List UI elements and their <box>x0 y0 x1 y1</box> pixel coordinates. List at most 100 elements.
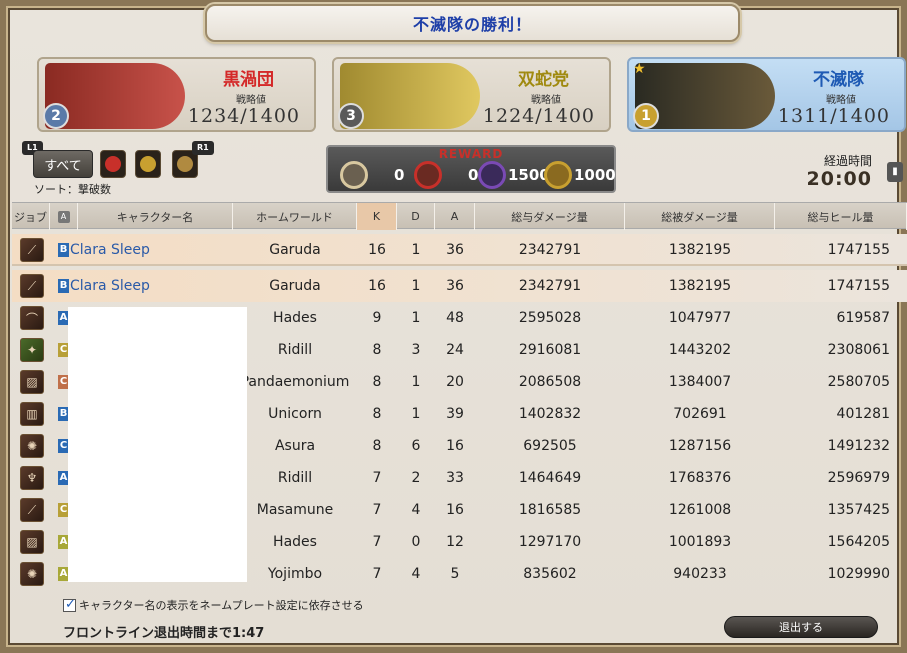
healing: 1357425 <box>827 502 890 518</box>
header-job[interactable]: ジョブ <box>12 203 50 230</box>
deaths: 0 <box>411 534 421 550</box>
header-damage-taken[interactable]: 総被ダメージ量 <box>625 203 775 230</box>
deaths: 3 <box>411 342 421 358</box>
home-world: Hades <box>273 534 317 550</box>
exit-button[interactable]: 退出する <box>724 616 878 638</box>
damage-taken: 1382195 <box>668 278 732 294</box>
damage-dealt: 1816585 <box>518 502 582 518</box>
bard-icon: ⌒ <box>20 306 44 330</box>
header-healing[interactable]: 総与ヒール量 <box>775 203 907 230</box>
healing: 1491232 <box>827 438 890 454</box>
filter-maelstrom-icon[interactable] <box>100 150 126 178</box>
team-score: 1311/1400 <box>777 105 890 127</box>
healing: 1747155 <box>827 242 890 258</box>
header-home-world[interactable]: ホームワールド <box>233 203 357 230</box>
rank-2-badge: 2 <box>43 103 69 129</box>
kills: 7 <box>372 534 382 550</box>
r1-button-hint: R1 <box>192 141 214 155</box>
checkbox-checked-icon[interactable] <box>63 597 76 612</box>
deaths: 1 <box>411 406 421 422</box>
table-header: ジョブ A キャラクター名 ホームワールド K D A 総与ダメージ量 総被ダメ… <box>12 202 907 230</box>
redacted-names-overlay <box>68 307 247 582</box>
home-world: Garuda <box>269 278 321 294</box>
table-row[interactable]: ⟋ B Clara Sleep Garuda 16 1 36 2342791 1382195 17… <box>12 270 907 302</box>
header-alliance[interactable]: A <box>50 203 78 230</box>
healing: 2580705 <box>827 374 890 390</box>
damage-taken: 940233 <box>673 566 727 582</box>
damage-dealt: 2916081 <box>518 342 582 358</box>
purple-wolf-mark-icon <box>478 161 506 189</box>
sort-label: ソート：撃破数 <box>34 183 111 196</box>
assists: 39 <box>446 406 464 422</box>
dancer-icon: ⟋ <box>20 498 44 522</box>
home-world: Hades <box>273 310 317 326</box>
astrologian-icon: ✺ <box>20 562 44 586</box>
header-deaths[interactable]: D <box>397 203 435 230</box>
red-wolf-mark-icon <box>414 161 442 189</box>
deaths: 2 <box>411 470 421 486</box>
damage-taken: 1261008 <box>668 502 732 518</box>
damage-dealt: 1297170 <box>518 534 582 550</box>
kills: 7 <box>372 566 382 582</box>
home-world: Ridill <box>277 470 313 486</box>
deaths: 1 <box>411 310 421 326</box>
sage-icon: ✦ <box>20 338 44 362</box>
assists: 33 <box>446 470 464 486</box>
nameplate-setting-checkbox[interactable]: キャラクター名の表示をネームプレート設定に依存させる <box>63 597 364 613</box>
kills: 8 <box>372 438 382 454</box>
damage-taken: 1382195 <box>668 242 732 258</box>
healing: 401281 <box>836 406 890 422</box>
filter-twin-adder-icon[interactable] <box>135 150 161 178</box>
dancer-icon: ⟋ <box>20 274 44 298</box>
astrologian-icon: ✺ <box>20 434 44 458</box>
pinned-player-row[interactable]: ⟋ B Clara Sleep Garuda 16 1 36 2342791 1… <box>12 234 907 266</box>
header-character-name[interactable]: キャラクター名 <box>78 203 233 230</box>
header-kills[interactable]: K <box>357 203 397 230</box>
alliance-header-icon: A <box>57 210 70 223</box>
reward-item: 0 <box>340 159 404 191</box>
reward-item: 1000 <box>544 159 616 191</box>
team-score: 1234/1400 <box>187 105 300 127</box>
alliance-badge: B <box>58 243 69 257</box>
scroll-indicator-icon[interactable]: ▮ <box>887 162 903 182</box>
damage-dealt: 2086508 <box>518 374 582 390</box>
damage-dealt: 692505 <box>523 438 577 454</box>
damage-dealt: 2595028 <box>518 310 582 326</box>
reaper-icon: ♆ <box>20 466 44 490</box>
character-name: Clara Sleep <box>70 242 150 258</box>
assists: 24 <box>446 342 464 358</box>
gold-seal-icon <box>544 161 572 189</box>
reward-value: 1000 <box>574 166 616 184</box>
healing: 1029990 <box>827 566 890 582</box>
home-world: Masamune <box>256 502 334 518</box>
healing: 1747155 <box>827 278 890 294</box>
header-assists[interactable]: A <box>435 203 475 230</box>
filter-all-button[interactable]: すべて <box>33 150 93 178</box>
team-name: 不滅隊 <box>813 70 864 90</box>
assists: 36 <box>446 242 464 258</box>
damage-taken: 1768376 <box>668 470 732 486</box>
deaths: 4 <box>411 502 421 518</box>
ninja-icon: ▨ <box>20 530 44 554</box>
kills: 8 <box>372 406 382 422</box>
assists: 16 <box>446 502 464 518</box>
team-score: 1224/1400 <box>482 105 595 127</box>
kills: 16 <box>368 242 386 258</box>
damage-taken: 1287156 <box>668 438 732 454</box>
strategy-label: 戦略値 <box>531 95 561 106</box>
healing: 619587 <box>836 310 890 326</box>
damage-dealt: 835602 <box>523 566 577 582</box>
reward-value: 0 <box>468 166 479 184</box>
winner-star-icon: ★ <box>633 61 646 77</box>
kills: 8 <box>372 342 382 358</box>
kills: 7 <box>372 502 382 518</box>
checkbox-label: キャラクター名の表示をネームプレート設定に依存させる <box>79 599 364 612</box>
header-damage-dealt[interactable]: 総与ダメージ量 <box>475 203 625 230</box>
damage-taken: 1443202 <box>668 342 732 358</box>
team-name: 双蛇党 <box>518 70 569 90</box>
page-title: 不滅隊の勝利！ <box>412 15 532 34</box>
assists: 48 <box>446 310 464 326</box>
reward-value: 0 <box>394 166 405 184</box>
damage-dealt: 2342791 <box>518 242 582 258</box>
alliance-badge: B <box>58 279 69 293</box>
